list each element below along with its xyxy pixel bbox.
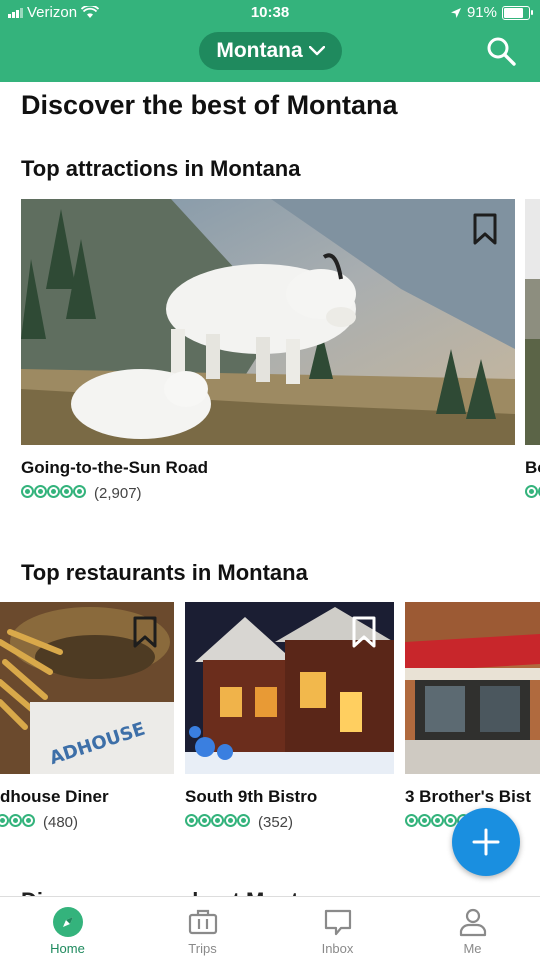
tab-label: Trips xyxy=(188,941,217,956)
rating-bubbles-icon xyxy=(0,814,35,831)
rating-bubbles-icon xyxy=(21,485,86,502)
chevron-down-icon xyxy=(308,46,325,56)
bookmark-icon[interactable] xyxy=(472,213,498,245)
battery-status: 91% xyxy=(450,4,533,21)
rating-bubble xyxy=(431,814,444,827)
location-label: Montana xyxy=(216,39,303,62)
restaurant-rating: (480) xyxy=(0,814,174,831)
rating-bubble xyxy=(9,814,22,827)
rating-bubble xyxy=(34,485,47,498)
rating-bubble xyxy=(224,814,237,827)
attraction-name[interactable]: Bo xyxy=(525,458,540,478)
rating-bubble xyxy=(237,814,250,827)
page-title: Discover the best of Montana xyxy=(21,90,398,120)
tab-inbox[interactable]: Inbox xyxy=(270,897,405,961)
rating-bubble xyxy=(73,485,86,498)
rating-bubbles-icon xyxy=(525,485,540,502)
person-icon xyxy=(459,908,487,937)
restaurant-name[interactable]: dhouse Diner xyxy=(0,787,109,807)
attraction-card-image[interactable] xyxy=(21,199,515,445)
attraction-card-image-next[interactable] xyxy=(525,199,540,445)
location-selector[interactable]: Montana xyxy=(199,32,342,70)
tab-trips[interactable]: Trips xyxy=(135,897,270,961)
location-arrow-icon xyxy=(450,7,461,18)
tab-label: Inbox xyxy=(321,941,354,956)
restaurant-card-image[interactable]: ADHOUSE xyxy=(0,602,174,774)
rating-bubble xyxy=(418,814,431,827)
bookmark-icon[interactable] xyxy=(132,616,158,648)
plus-icon xyxy=(472,828,500,856)
add-button[interactable] xyxy=(452,808,520,876)
search-icon[interactable] xyxy=(486,36,516,66)
bookmark-icon[interactable] xyxy=(351,616,377,648)
rating-bubble xyxy=(47,485,60,498)
restaurants-section-title: Top restaurants in Montana xyxy=(21,560,308,585)
attraction-rating: (2,907) xyxy=(21,485,142,502)
briefcase-icon xyxy=(188,909,218,935)
status-bar: Verizon 10:38 91% xyxy=(0,0,540,26)
rating-bubble xyxy=(21,485,34,498)
compass-icon xyxy=(53,907,83,937)
mountain-goat-photo xyxy=(21,199,515,445)
storefront-photo xyxy=(405,602,540,774)
message-icon xyxy=(324,909,352,936)
rating-bubble xyxy=(198,814,211,827)
rating-bubbles-icon xyxy=(185,814,250,831)
rating-bubble xyxy=(405,814,418,827)
battery-percent: 91% xyxy=(466,4,497,21)
rating-bubble xyxy=(211,814,224,827)
tab-label: Home xyxy=(50,941,85,956)
battery-icon xyxy=(502,5,533,20)
battery-fill xyxy=(504,7,523,18)
rating-bubble xyxy=(60,485,73,498)
mountain-photo xyxy=(525,199,540,445)
review-count: (480) xyxy=(43,814,79,831)
bottom-tab-bar: Home Trips Inbox Me xyxy=(0,896,540,961)
attraction-name[interactable]: Going-to-the-Sun Road xyxy=(21,458,208,478)
restaurant-name[interactable]: 3 Brother's Bist xyxy=(405,787,540,807)
restaurant-name[interactable]: South 9th Bistro xyxy=(185,787,317,807)
app-header: Verizon 10:38 91% Montana xyxy=(0,0,540,82)
rating-bubble xyxy=(185,814,198,827)
tab-me[interactable]: Me xyxy=(405,897,540,961)
attractions-section-title: Top attractions in Montana xyxy=(21,156,301,181)
tab-label: Me xyxy=(463,941,482,956)
attraction-rating xyxy=(525,485,540,502)
tab-home[interactable]: Home xyxy=(0,897,135,961)
rating-bubble xyxy=(22,814,35,827)
review-count: (352) xyxy=(258,814,294,831)
review-count: (2,907) xyxy=(94,485,142,502)
restaurant-rating: (352) xyxy=(185,814,293,831)
restaurant-card-image[interactable] xyxy=(405,602,540,774)
restaurant-card-image[interactable] xyxy=(185,602,394,774)
rating-bubble xyxy=(525,485,538,498)
rating-bubble xyxy=(0,814,9,827)
